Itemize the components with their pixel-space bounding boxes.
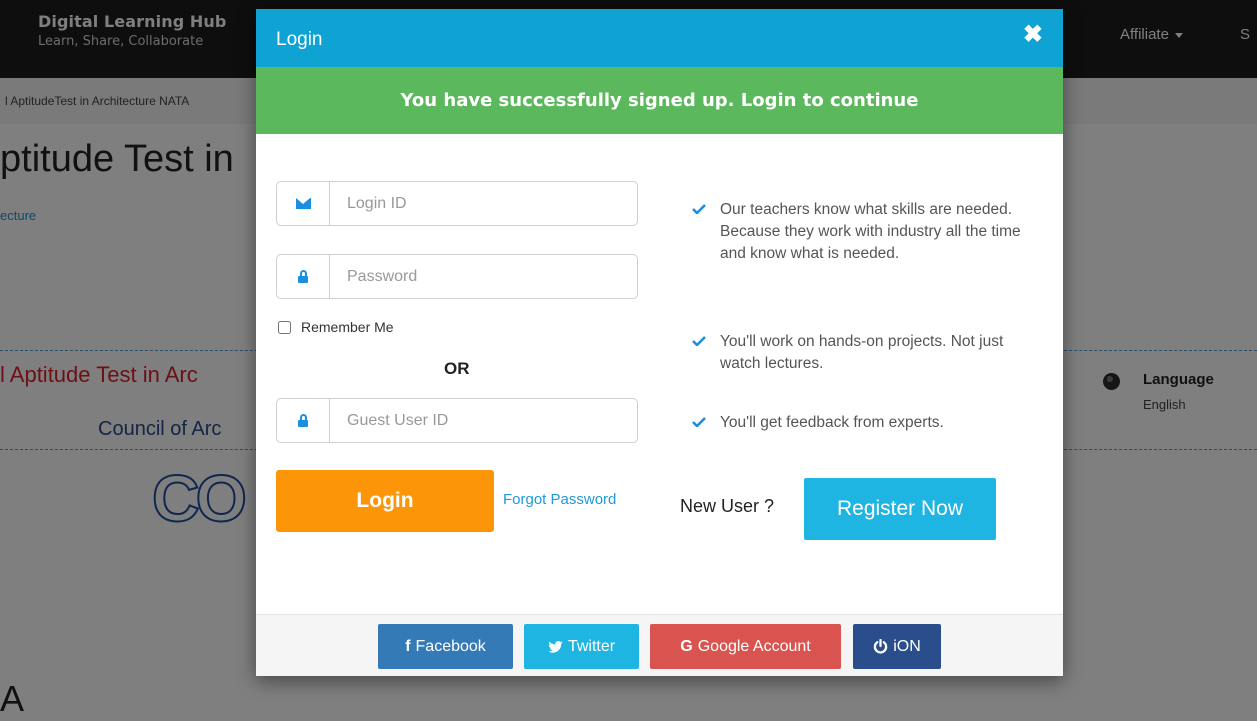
guest-id-group [276, 398, 638, 443]
google-login-button[interactable]: G Google Account [650, 624, 841, 669]
feature-text: Our teachers know what skills are needed… [720, 201, 1021, 262]
feature-item: You'll work on hands-on projects. Not ju… [692, 331, 1042, 375]
login-id-addon [277, 182, 330, 225]
feature-text: You'll get feedback from experts. [720, 414, 944, 431]
lock-icon [298, 270, 308, 283]
social-login-footer: f Facebook Twitter G Google Account iON [256, 614, 1063, 676]
success-alert: You have successfully signed up. Login t… [256, 67, 1063, 134]
check-icon [692, 204, 706, 214]
facebook-label: Facebook [415, 637, 486, 655]
feature-text: You'll work on hands-on projects. Not ju… [720, 333, 1004, 372]
login-button[interactable]: Login [276, 470, 494, 532]
twitter-login-button[interactable]: Twitter [524, 624, 639, 669]
ion-login-button[interactable]: iON [853, 624, 941, 669]
twitter-icon [548, 640, 563, 653]
login-id-group [276, 181, 638, 226]
twitter-label: Twitter [567, 637, 616, 655]
password-input[interactable] [331, 255, 631, 298]
ion-label: iON [893, 637, 921, 655]
close-icon[interactable]: ✖ [1023, 21, 1043, 49]
feature-item: You'll get feedback from experts. [692, 412, 1042, 434]
guest-id-input[interactable] [331, 399, 631, 442]
password-group [276, 254, 638, 299]
facebook-login-button[interactable]: f Facebook [378, 624, 513, 669]
check-icon [692, 417, 706, 427]
remember-me-checkbox[interactable] [278, 320, 291, 334]
remember-me-label: Remember Me [301, 319, 394, 335]
login-id-input[interactable] [331, 182, 631, 225]
lock-icon [298, 414, 308, 427]
login-modal: Login ✖ You have successfully signed up.… [256, 9, 1063, 676]
envelope-icon [295, 198, 311, 209]
modal-header: Login ✖ [256, 9, 1063, 67]
forgot-password-link[interactable]: Forgot Password [503, 491, 616, 508]
remember-me[interactable]: Remember Me [278, 319, 394, 335]
power-icon [873, 639, 888, 654]
google-label: Google Account [697, 637, 811, 655]
guest-id-addon [277, 399, 330, 442]
google-icon: G [680, 637, 693, 655]
register-now-button[interactable]: Register Now [804, 478, 996, 540]
or-divider: OR [444, 359, 470, 378]
new-user-label: New User ? [680, 496, 775, 516]
modal-title: Login [276, 29, 323, 50]
feature-item: Our teachers know what skills are needed… [692, 199, 1042, 265]
password-addon [277, 255, 330, 298]
facebook-icon: f [405, 637, 411, 655]
check-icon [692, 336, 706, 346]
